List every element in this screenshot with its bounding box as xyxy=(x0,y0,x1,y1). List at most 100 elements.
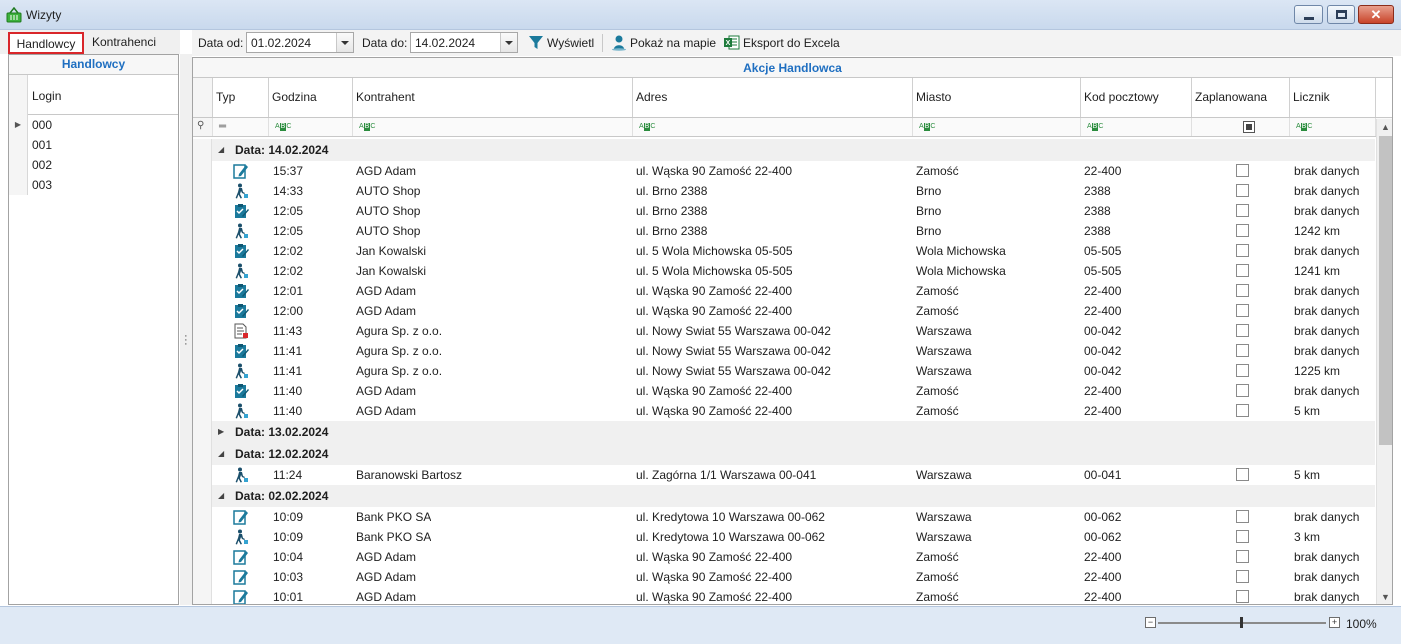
planned-checkbox[interactable] xyxy=(1236,530,1249,543)
planned-checkbox[interactable] xyxy=(1236,590,1249,603)
table-row[interactable]: 14:33 AUTO Shop ul. Brno 2388 Brno 2388 brak … xyxy=(193,181,1375,201)
date-to-dropdown-button[interactable] xyxy=(500,33,517,52)
column-header-kod-pocztowy[interactable]: Kod pocztowy xyxy=(1081,78,1192,117)
login-value: 002 xyxy=(32,158,53,172)
planned-checkbox[interactable] xyxy=(1236,204,1249,217)
planned-checkbox[interactable] xyxy=(1236,324,1249,337)
planned-checkbox[interactable] xyxy=(1236,304,1249,317)
expanded-arrow-icon[interactable]: ◢ xyxy=(218,139,224,161)
planned-checkbox[interactable] xyxy=(1236,364,1249,377)
tab-kontrahenci[interactable]: Kontrahenci xyxy=(84,32,164,54)
zoom-out-button[interactable]: − xyxy=(1145,617,1156,628)
group-row[interactable]: ◢ Data: 12.02.2024 xyxy=(193,443,1375,465)
table-row[interactable]: 12:02 Jan Kowalski ul. 5 Wola Michowska 05… xyxy=(193,241,1375,261)
date-from-field[interactable]: 01.02.2024 xyxy=(246,32,354,53)
filter-licznik[interactable]: ABC xyxy=(1290,118,1376,136)
column-header-kontrahent[interactable]: Kontrahent xyxy=(353,78,633,117)
table-row[interactable]: 11:24 Baranowski Bartosz ul. Zagórna 1/1 W… xyxy=(193,465,1375,485)
close-icon: ✕ xyxy=(1370,7,1382,22)
planned-checkbox[interactable] xyxy=(1236,468,1249,481)
close-button[interactable]: ✕ xyxy=(1358,5,1394,24)
cell-kontrahent: AUTO Shop xyxy=(356,184,421,198)
login-row[interactable]: ▶ 000 xyxy=(9,115,178,135)
collapsed-arrow-icon[interactable]: ▶ xyxy=(218,421,224,443)
scroll-down-icon[interactable]: ▼ xyxy=(1377,589,1392,604)
planned-checkbox[interactable] xyxy=(1236,284,1249,297)
filter-zaplanowana[interactable] xyxy=(1192,118,1290,136)
planned-checkbox[interactable] xyxy=(1236,264,1249,277)
expanded-arrow-icon[interactable]: ◢ xyxy=(218,485,224,507)
show-button[interactable]: Wyświetl xyxy=(528,33,598,53)
login-row[interactable]: 002 xyxy=(9,155,178,175)
group-row[interactable]: ▶ Data: 13.02.2024 xyxy=(193,421,1375,443)
expanded-arrow-icon[interactable]: ◢ xyxy=(218,443,224,465)
login-row[interactable]: 001 xyxy=(9,135,178,155)
group-row[interactable]: ◢ Data: 14.02.2024 xyxy=(193,139,1375,161)
column-header-adres[interactable]: Adres xyxy=(633,78,913,117)
planned-checkbox[interactable] xyxy=(1236,164,1249,177)
table-row[interactable]: 11:41 Agura Sp. z o.o. ul. Nowy Swiat 55 W… xyxy=(193,341,1375,361)
column-header-zaplanowana[interactable]: Zaplanowana xyxy=(1192,78,1290,117)
scroll-thumb[interactable] xyxy=(1379,136,1392,445)
table-row[interactable]: 10:01 AGD Adam ul. Wąska 90 Zamość 22-400 Z… xyxy=(193,587,1375,604)
table-row[interactable]: 15:37 AGD Adam ul. Wąska 90 Zamość 22-400 Z… xyxy=(193,161,1375,181)
filter-kontrahent[interactable]: ABC xyxy=(353,118,633,136)
minimize-button[interactable] xyxy=(1294,5,1323,24)
planned-checkbox[interactable] xyxy=(1236,344,1249,357)
planned-checkbox[interactable] xyxy=(1236,570,1249,583)
filter-miasto[interactable]: ABC xyxy=(913,118,1081,136)
table-row[interactable]: 12:02 Jan Kowalski ul. 5 Wola Michowska 05… xyxy=(193,261,1375,281)
planned-checkbox[interactable] xyxy=(1236,224,1249,237)
planned-checkbox[interactable] xyxy=(1236,384,1249,397)
column-header-typ[interactable]: Typ xyxy=(213,78,269,117)
panel-splitter[interactable]: · · · xyxy=(180,54,192,605)
column-header-godzina[interactable]: Godzina xyxy=(269,78,353,117)
filter-godzina[interactable]: ABC xyxy=(269,118,353,136)
table-row[interactable]: 10:09 Bank PKO SA ul. Kredytowa 10 Warszaw… xyxy=(193,527,1375,547)
zoom-in-button[interactable]: + xyxy=(1329,617,1340,628)
column-header-miasto[interactable]: Miasto xyxy=(913,78,1081,117)
planned-checkbox[interactable] xyxy=(1236,244,1249,257)
table-row[interactable]: 11:43 Agura Sp. z o.o. ul. Nowy Swiat 55 W… xyxy=(193,321,1375,341)
login-row[interactable]: 003 xyxy=(9,175,178,195)
cell-licznik: brak danych xyxy=(1294,570,1360,584)
group-row[interactable]: ◢ Data: 02.02.2024 xyxy=(193,485,1375,507)
column-header-licznik[interactable]: Licznik xyxy=(1290,78,1376,117)
cell-kod-pocztowy: 22-400 xyxy=(1084,550,1122,564)
table-row[interactable]: 12:05 AUTO Shop ul. Brno 2388 Brno 2388 1242 … xyxy=(193,221,1375,241)
date-to-field[interactable]: 14.02.2024 xyxy=(410,32,518,53)
vertical-scrollbar[interactable]: ▲ ▼ xyxy=(1376,119,1392,604)
zoom-slider-thumb[interactable] xyxy=(1240,617,1243,628)
table-row[interactable]: 12:05 AUTO Shop ul. Brno 2388 Brno 2388 brak … xyxy=(193,201,1375,221)
planned-checkbox[interactable] xyxy=(1236,404,1249,417)
show-on-map-button[interactable]: Pokaż na mapie xyxy=(611,33,717,53)
table-row[interactable]: 10:04 AGD Adam ul. Wąska 90 Zamość 22-400 Z… xyxy=(193,547,1375,567)
table-row[interactable]: 10:09 Bank PKO SA ul. Kredytowa 10 Warszaw… xyxy=(193,507,1375,527)
table-row[interactable]: 12:01 AGD Adam ul. Wąska 90 Zamość 22-400 Z… xyxy=(193,281,1375,301)
tab-handlowcy[interactable]: Handlowcy xyxy=(8,32,84,54)
cell-licznik: brak danych xyxy=(1294,344,1360,358)
planned-checkbox[interactable] xyxy=(1236,184,1249,197)
table-row[interactable]: 12:00 AGD Adam ul. Wąska 90 Zamość 22-400 Z… xyxy=(193,301,1375,321)
planned-checkbox[interactable] xyxy=(1236,550,1249,563)
table-row[interactable]: 11:40 AGD Adam ul. Wąska 90 Zamość 22-400 Z… xyxy=(193,381,1375,401)
filter-row-indicator: ⚲ xyxy=(193,118,213,136)
table-row[interactable]: 11:41 Agura Sp. z o.o. ul. Nowy Swiat 55 W… xyxy=(193,361,1375,381)
row-indicator xyxy=(193,261,212,281)
filter-kod-pocztowy[interactable]: ABC xyxy=(1081,118,1192,136)
row-indicator-header xyxy=(9,75,28,115)
date-from-dropdown-button[interactable] xyxy=(336,33,353,52)
filter-adres[interactable]: ABC xyxy=(633,118,913,136)
login-column-header[interactable]: Login xyxy=(9,75,178,115)
cell-adres: ul. Brno 2388 xyxy=(636,204,708,218)
maximize-button[interactable] xyxy=(1327,5,1355,24)
planned-checkbox[interactable] xyxy=(1236,510,1249,523)
export-excel-button[interactable]: X Eksport do Excela xyxy=(724,33,840,53)
table-row[interactable]: 10:03 AGD Adam ul. Wąska 90 Zamość 22-400 Z… xyxy=(193,567,1375,587)
table-row[interactable]: 11:40 AGD Adam ul. Wąska 90 Zamość 22-400 Z… xyxy=(193,401,1375,421)
filter-typ[interactable]: ═ xyxy=(213,118,269,136)
cell-godzina: 15:37 xyxy=(273,164,304,178)
row-indicator xyxy=(193,443,212,465)
scroll-up-icon[interactable]: ▲ xyxy=(1377,119,1392,135)
row-indicator xyxy=(193,281,212,301)
